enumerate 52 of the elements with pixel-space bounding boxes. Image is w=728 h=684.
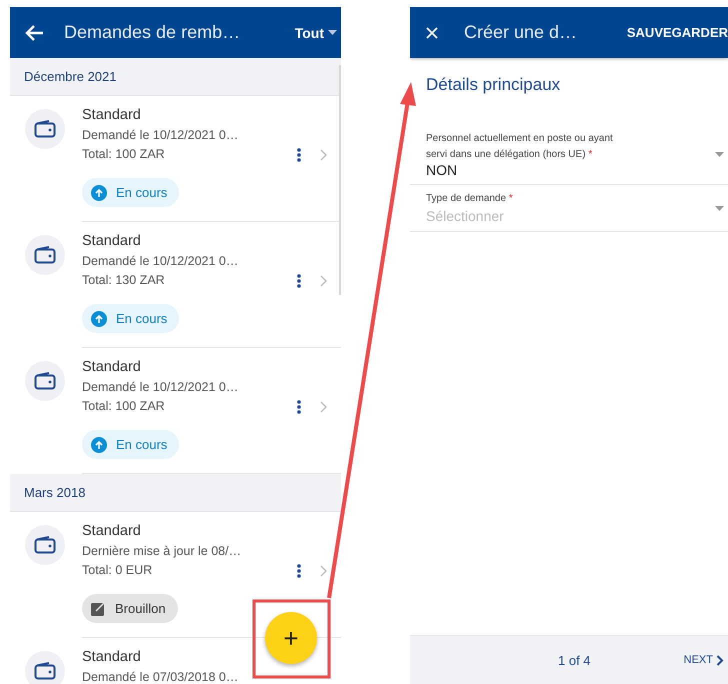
upload-icon bbox=[91, 184, 107, 200]
section-title: Détails principaux bbox=[425, 74, 562, 96]
request-total: Total: 130 ZAR bbox=[82, 272, 166, 289]
request-total: Total: 100 ZAR bbox=[82, 398, 166, 415]
request-type[interactable]: Standard bbox=[82, 523, 327, 539]
field-value: NON bbox=[426, 163, 458, 178]
next-button[interactable]: NEXT bbox=[684, 654, 724, 666]
screen-title: Créer une d… bbox=[464, 22, 578, 43]
page-indicator: 1 of 4 bbox=[558, 652, 592, 668]
section-header: Décembre 2021 bbox=[10, 58, 341, 96]
field-label: Personnel actuellement en poste ou ayant servi dans une délégation (hors UE) * bbox=[426, 132, 614, 162]
upload-icon bbox=[91, 310, 107, 326]
request-total: Total: 100 ZAR bbox=[82, 146, 166, 163]
request-date: Demandé le 10/12/2021 0… bbox=[82, 253, 240, 270]
more-options-icon[interactable] bbox=[297, 400, 301, 414]
request-date: Demandé le 10/12/2021 0… bbox=[82, 127, 240, 144]
screen-title: Demandes de remb… bbox=[64, 22, 242, 43]
more-options-icon[interactable] bbox=[297, 274, 301, 288]
more-options-icon[interactable] bbox=[297, 148, 301, 162]
section-header: Mars 2018 bbox=[10, 474, 341, 512]
field-placeholder: Sélectionner bbox=[426, 207, 505, 225]
wallet-icon bbox=[25, 651, 65, 684]
status-label: En cours bbox=[116, 311, 168, 326]
wallet-icon bbox=[25, 109, 65, 149]
wallet-icon bbox=[25, 361, 65, 401]
close-icon[interactable] bbox=[426, 26, 438, 38]
dropdown-field[interactable]: Type de demande * Sélectionner bbox=[410, 185, 728, 232]
request-date: Dernière mise à jour le 08/… bbox=[82, 543, 242, 560]
chevron-right-icon bbox=[716, 654, 724, 666]
back-arrow-icon[interactable] bbox=[24, 24, 44, 42]
request-type[interactable]: Standard bbox=[82, 233, 327, 249]
status-label: Brouillon bbox=[115, 601, 166, 616]
add-button[interactable]: + bbox=[265, 612, 317, 664]
request-date: Demandé le 07/03/2018 0… bbox=[82, 669, 240, 684]
request-total: Total: 0 EUR bbox=[82, 562, 154, 579]
wallet-icon bbox=[25, 235, 65, 275]
dropdown-caret-icon bbox=[715, 206, 724, 210]
request-date: Demandé le 10/12/2021 0… bbox=[82, 379, 240, 396]
field-label: Type de demande * bbox=[426, 192, 514, 206]
wallet-icon bbox=[25, 525, 65, 565]
dropdown-caret-icon bbox=[328, 30, 337, 35]
dropdown-field[interactable]: Personnel actuellement en poste ou ayant servi dans une délégation (hors UE) * NON bbox=[410, 125, 728, 185]
status-label: En cours bbox=[116, 185, 168, 200]
status-label: En cours bbox=[116, 437, 168, 452]
request-type[interactable]: Standard bbox=[82, 359, 327, 375]
edit-icon bbox=[91, 601, 106, 616]
filter-dropdown[interactable]: Tout bbox=[294, 24, 337, 40]
upload-icon bbox=[91, 436, 107, 452]
more-options-icon[interactable] bbox=[297, 564, 301, 578]
dropdown-caret-icon bbox=[715, 152, 724, 157]
save-button[interactable]: SAUVEGARDER bbox=[626, 25, 728, 40]
request-type[interactable]: Standard bbox=[82, 107, 327, 123]
